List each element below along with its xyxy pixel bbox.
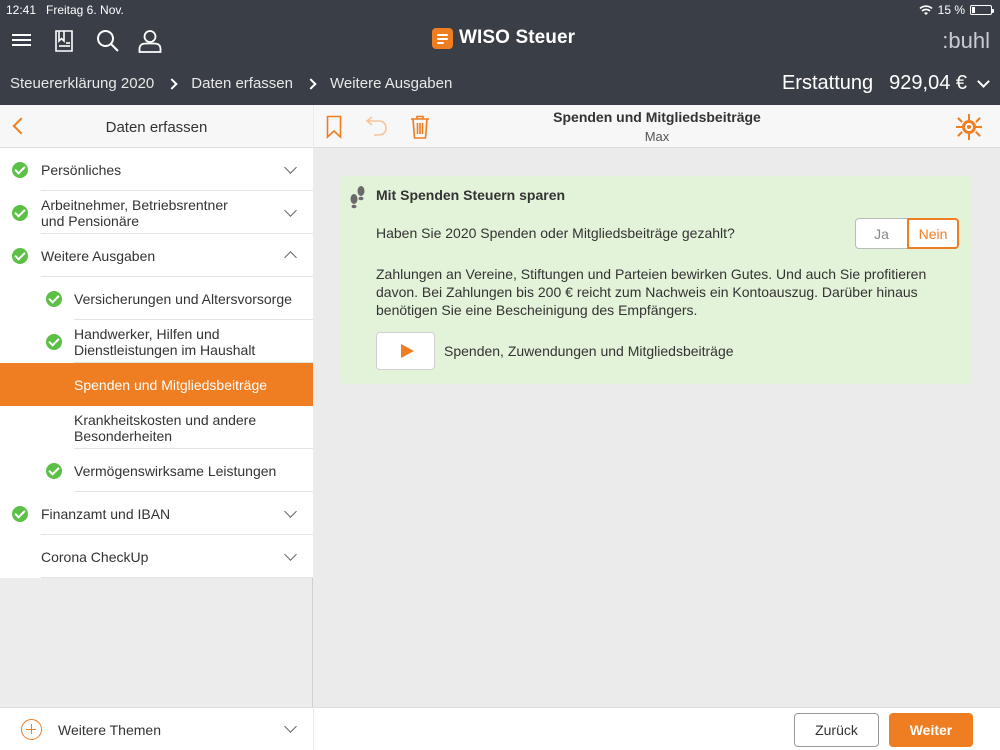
- chevron-down-icon: [284, 548, 297, 561]
- sidebar-item[interactable]: Krankheitskosten und andere Besonderheit…: [0, 406, 313, 449]
- footsteps-icon: [350, 186, 365, 209]
- sidebar-item[interactable]: Handwerker, Hilfen und Dienstleistungen …: [0, 320, 313, 363]
- card-title: Mit Spenden Steuern sparen: [376, 187, 566, 203]
- info-card: Mit Spenden Steuern sparen Haben Sie 202…: [340, 176, 972, 384]
- status-bar: 12:41 Freitag 6. Nov. 15 %: [0, 0, 1000, 20]
- chevron-up-icon: [284, 251, 297, 264]
- sidebar-item[interactable]: Persönliches: [0, 148, 313, 191]
- check-circle-icon: [46, 291, 62, 307]
- sidebar-header: Daten erfassen: [0, 105, 313, 148]
- chevron-down-icon: [977, 74, 990, 88]
- status-right: 15 %: [919, 3, 994, 17]
- sidebar-item[interactable]: Arbeitnehmer, Betriebsrentner und Pensio…: [0, 191, 313, 234]
- page-subtitle: Max: [644, 129, 670, 144]
- app-name: WISO Steuer: [459, 27, 576, 48]
- check-circle-icon: [12, 162, 28, 178]
- chevron-down-icon: [284, 720, 297, 733]
- sidebar-item-label: Vermögenswirksame Leistungen: [74, 462, 277, 479]
- more-topics-label: Weitere Themen: [58, 722, 161, 738]
- breadcrumb: Steuererklärung 2020 Daten erfassen Weit…: [10, 75, 452, 92]
- sidebar-item[interactable]: Vermögenswirksame Leistungen: [0, 449, 313, 492]
- sidebar-item-label: Finanzamt und IBAN: [41, 505, 171, 522]
- video-label[interactable]: Spenden, Zuwendungen und Mitgliedsbeiträ…: [444, 343, 734, 359]
- sidebar: Daten erfassen Persönliches Arbeitnehmer,…: [0, 105, 313, 750]
- next-button[interactable]: Weiter: [889, 713, 973, 747]
- page-title: Spenden und Mitgliedsbeiträge: [553, 109, 761, 125]
- vendor-logo: :buhl: [942, 28, 990, 53]
- search-icon[interactable]: [96, 29, 120, 53]
- sidebar-item-label: Handwerker, Hilfen und Dienstleistungen …: [74, 325, 256, 358]
- main-footer: Zurück Weiter: [314, 707, 1000, 750]
- video-play-button[interactable]: [376, 332, 435, 370]
- status-date: Freitag 6. Nov.: [46, 3, 124, 17]
- sidebar-item[interactable]: Finanzamt und IBAN: [0, 492, 313, 535]
- sidebar-item-label: Krankheitskosten und andere Besonderheit…: [74, 411, 257, 444]
- chevron-down-icon: [284, 161, 297, 174]
- sidebar-item-label: Arbeitnehmer, Betriebsrentner und Pensio…: [41, 196, 228, 229]
- check-circle-icon: [46, 463, 62, 479]
- info-text: Zahlungen an Vereine, Stiftungen und Par…: [376, 266, 927, 318]
- divider: [41, 577, 313, 578]
- refund-dropdown[interactable]: Erstattung 929,04 €: [781, 72, 990, 95]
- yes-no-toggle: Ja Nein: [855, 218, 959, 249]
- option-no[interactable]: Nein: [907, 218, 959, 249]
- chevron-right-icon: [305, 77, 317, 90]
- refund-amount: 929,04 €: [889, 72, 967, 94]
- status-time: 12:41: [6, 3, 37, 17]
- chevron-down-icon: [284, 204, 297, 217]
- bug-report-icon[interactable]: [955, 113, 983, 141]
- breadcrumb-item-2[interactable]: Weitere Ausgaben: [330, 75, 452, 92]
- battery-icon: [970, 5, 994, 15]
- bookmark-list-icon[interactable]: [53, 29, 77, 53]
- more-topics-button[interactable]: Weitere Themen: [0, 707, 313, 750]
- check-circle-icon: [12, 205, 28, 221]
- sidebar-item-label: Corona CheckUp: [41, 548, 149, 565]
- question-text: Haben Sie 2020 Spenden oder Mitgliedsbei…: [376, 225, 735, 241]
- sidebar-item-label: Persönliches: [41, 161, 122, 178]
- wifi-icon: [919, 4, 933, 15]
- app-brand: WISO Steuer: [432, 27, 575, 49]
- sidebar-title: Daten erfassen: [105, 119, 208, 136]
- check-circle-icon: [12, 506, 28, 522]
- sidebar-item-label: Spenden und Mitgliedsbeiträge: [74, 376, 268, 393]
- battery-percent: 15 %: [937, 3, 965, 17]
- back-button[interactable]: Zurück: [794, 713, 879, 747]
- sidebar-item-label: Versicherungen und Altersvorsorge: [74, 290, 292, 307]
- breadcrumb-item-1[interactable]: Daten erfassen: [191, 75, 293, 92]
- menu-icon[interactable]: [11, 29, 35, 53]
- chevron-down-icon: [284, 505, 297, 518]
- sidebar-item[interactable]: Corona CheckUp: [0, 535, 313, 578]
- option-yes[interactable]: Ja: [855, 218, 907, 249]
- main-panel: Spenden und Mitgliedsbeiträge Max Mit Sp…: [314, 105, 1000, 750]
- sidebar-item[interactable]: Versicherungen und Altersvorsorge: [0, 277, 313, 320]
- chevron-right-icon: [166, 77, 178, 90]
- breadcrumb-item-0[interactable]: Steuererklärung 2020: [10, 75, 154, 92]
- refund-label: Erstattung: [781, 72, 874, 94]
- sidebar-item-label: Weitere Ausgaben: [41, 247, 156, 264]
- check-circle-icon: [12, 248, 28, 264]
- add-circle-icon: [21, 719, 42, 740]
- user-icon[interactable]: [138, 29, 162, 53]
- sidebar-nav: Persönliches Arbeitnehmer, Betriebsrentne…: [0, 148, 313, 578]
- main-header: Spenden und Mitgliedsbeiträge Max: [314, 105, 1000, 148]
- check-circle-icon: [46, 334, 62, 350]
- sidebar-item[interactable]: Spenden und Mitgliedsbeiträge: [0, 363, 313, 406]
- wiso-logo-icon: [432, 27, 453, 49]
- sidebar-item[interactable]: Weitere Ausgaben: [0, 234, 313, 277]
- top-bar: 12:41 Freitag 6. Nov. 15 % WISO Steuer :…: [0, 0, 1000, 105]
